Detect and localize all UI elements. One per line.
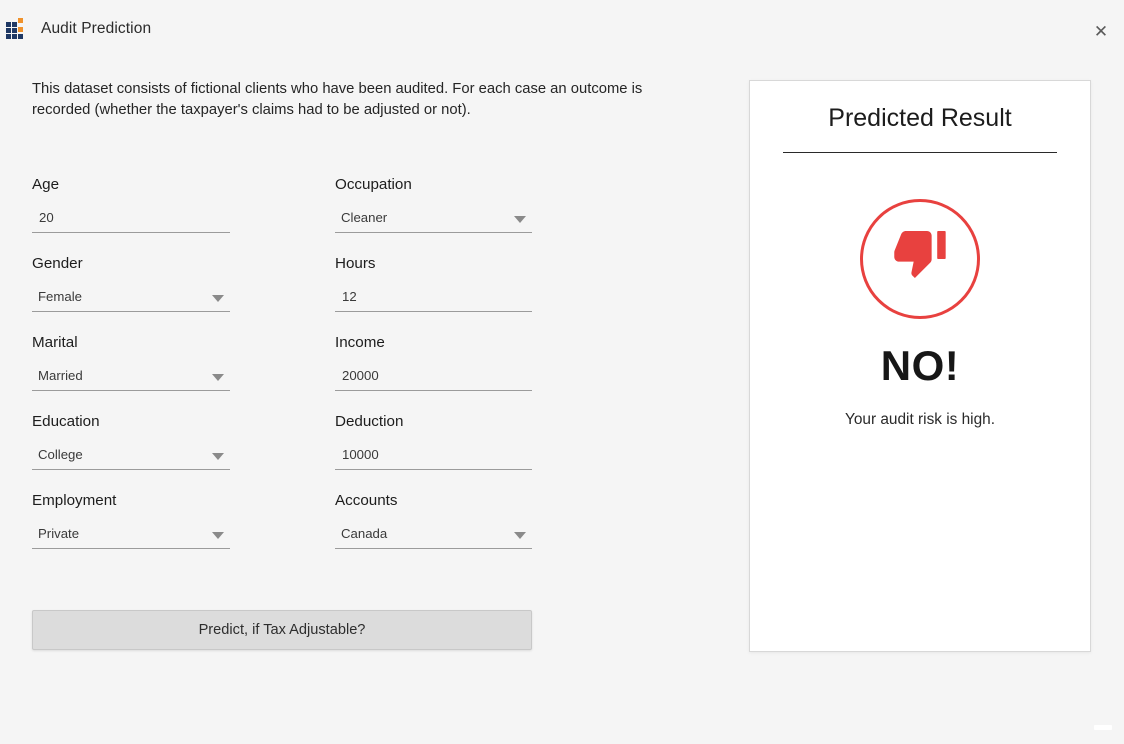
- age-input[interactable]: 20: [32, 207, 230, 233]
- field-income: Income 20000: [335, 334, 532, 391]
- field-label: Occupation: [335, 176, 412, 193]
- field-label: Income: [335, 334, 385, 351]
- field-label: Gender: [32, 255, 83, 272]
- field-value: 20: [39, 210, 54, 225]
- field-label: Deduction: [335, 413, 404, 430]
- verdict-text: NO!: [880, 342, 960, 389]
- result-badge-wrap: [750, 199, 1090, 319]
- field-label: Accounts: [335, 492, 398, 509]
- field-value: Married: [38, 368, 83, 383]
- income-input[interactable]: 20000: [335, 365, 532, 391]
- verdict-message: Your audit risk is high.: [845, 411, 995, 428]
- field-label: Age: [32, 176, 60, 193]
- chevron-down-icon[interactable]: [212, 453, 224, 460]
- field-value: Female: [38, 289, 82, 304]
- marital-select[interactable]: Married: [32, 365, 230, 391]
- field-accounts: Accounts Canada: [335, 492, 532, 549]
- field-age: Age 20: [32, 176, 230, 233]
- close-icon[interactable]: ✕: [1088, 18, 1114, 44]
- thumbs-down-icon: [885, 224, 955, 294]
- education-select[interactable]: College: [32, 444, 230, 470]
- hours-input[interactable]: 12: [335, 286, 532, 312]
- employment-select[interactable]: Private: [32, 523, 230, 549]
- field-label: Marital: [32, 334, 78, 351]
- result-badge: [860, 199, 980, 319]
- deduction-input[interactable]: 10000: [335, 444, 532, 470]
- chevron-down-icon[interactable]: [212, 374, 224, 381]
- gender-select[interactable]: Female: [32, 286, 230, 312]
- field-gender: Gender Female: [32, 255, 230, 312]
- field-education: Education College: [32, 413, 230, 470]
- field-hours: Hours 12: [335, 255, 532, 312]
- field-label: Hours: [335, 255, 376, 272]
- title-divider: [783, 152, 1057, 153]
- resize-grip[interactable]: [1094, 725, 1112, 730]
- field-label: Employment: [32, 492, 117, 509]
- field-value: 20000: [342, 368, 379, 383]
- predicted-result-panel: Predicted Result NO! Your audit risk is …: [749, 80, 1091, 652]
- chevron-down-icon[interactable]: [514, 216, 526, 223]
- predict-button[interactable]: Predict, if Tax Adjustable?: [32, 610, 532, 650]
- chevron-down-icon[interactable]: [212, 295, 224, 302]
- field-value: 10000: [342, 447, 379, 462]
- app-window: Audit Prediction ✕ This dataset consists…: [0, 0, 1124, 744]
- field-employment: Employment Private: [32, 492, 230, 549]
- field-label: Education: [32, 413, 100, 430]
- result-title: Predicted Result: [828, 104, 1012, 132]
- field-value: Canada: [341, 526, 388, 541]
- field-value: College: [38, 447, 83, 462]
- field-value: Private: [38, 526, 80, 541]
- field-occupation: Occupation Cleaner: [335, 176, 532, 233]
- prediction-form: Age 20 Gender Female Marital Married Edu…: [0, 0, 700, 744]
- occupation-select[interactable]: Cleaner: [335, 207, 532, 233]
- field-marital: Marital Married: [32, 334, 230, 391]
- field-value: 12: [342, 289, 357, 304]
- chevron-down-icon[interactable]: [212, 532, 224, 539]
- field-value: Cleaner: [341, 210, 388, 225]
- accounts-select[interactable]: Canada: [335, 523, 532, 549]
- field-deduction: Deduction 10000: [335, 413, 532, 470]
- chevron-down-icon[interactable]: [514, 532, 526, 539]
